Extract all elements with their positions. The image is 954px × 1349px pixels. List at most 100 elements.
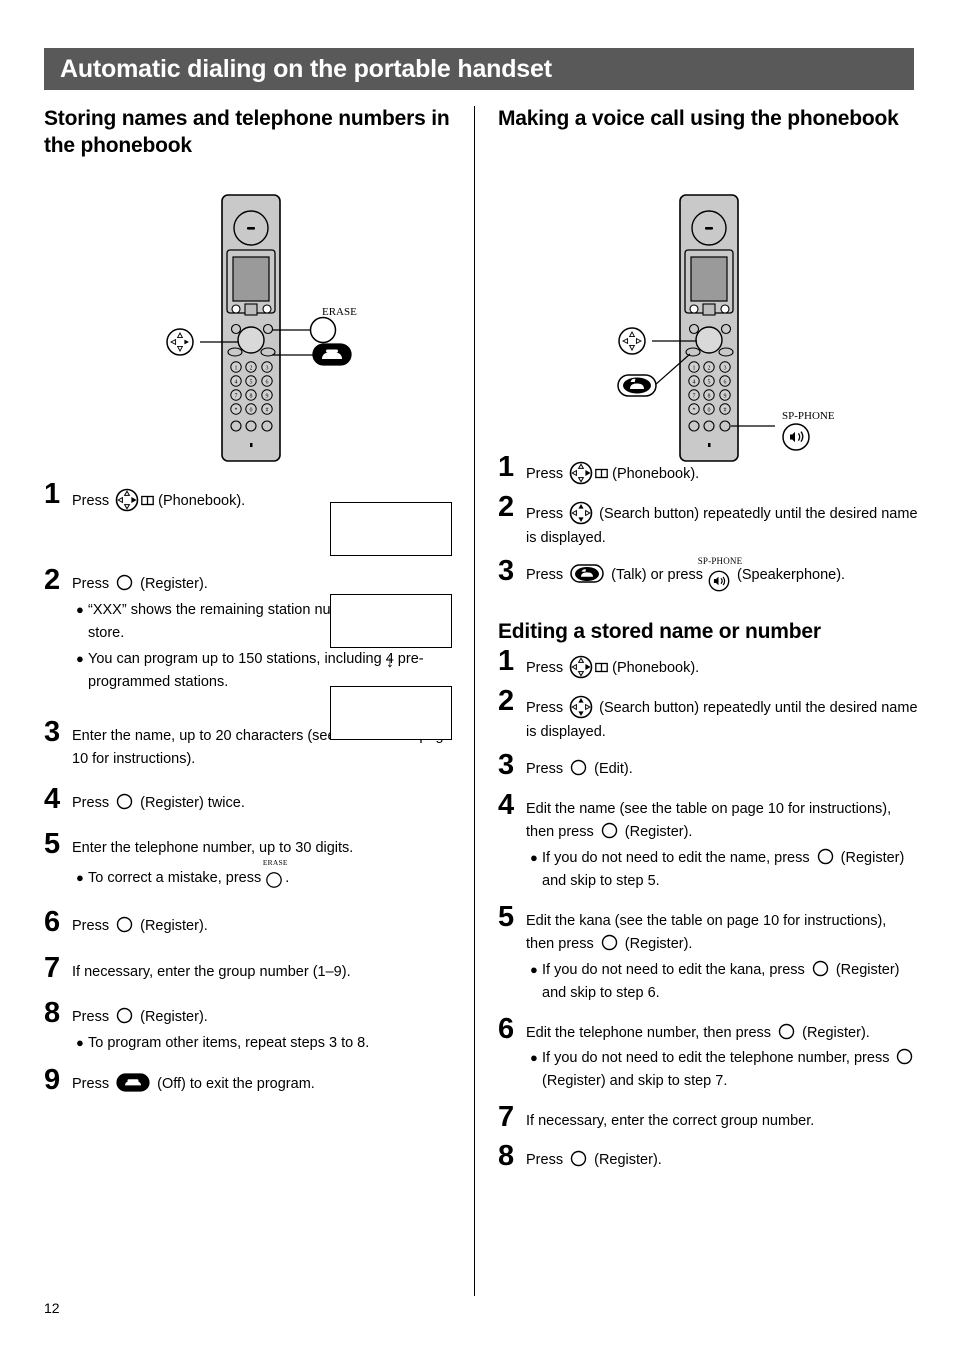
bullet-icon: ● (76, 650, 84, 666)
step-text-end: (Register). (620, 824, 693, 841)
step-text: Press (72, 918, 114, 935)
svg-text:*: * (235, 407, 238, 413)
page-header-bar: Automatic dialing on the portable handse… (44, 48, 914, 90)
speakerphone-button-icon: SP-PHONE (698, 556, 742, 594)
svg-text:1: 1 (235, 365, 238, 371)
step-number: 8 (498, 1140, 515, 1173)
step-4-editing: 4 Edit the name (see the table on page 1… (498, 790, 918, 894)
bullet-icon: ● (76, 1034, 84, 1050)
step-number: 8 (44, 997, 61, 1030)
bullet-icon: ● (530, 849, 538, 865)
bullet-icon: ● (76, 601, 84, 617)
phonebook-icon (595, 465, 608, 479)
step-5-editing: 5 Edit the kana (see the table on page 1… (498, 902, 918, 1006)
step-text: Press (526, 465, 568, 482)
register-button-icon (896, 1048, 913, 1065)
svg-text:1: 1 (693, 365, 696, 371)
register-button-icon (116, 1007, 133, 1024)
svg-text:2: 2 (708, 365, 711, 371)
step-number: 4 (44, 782, 61, 815)
step-number: 1 (498, 450, 515, 483)
step-text-end: (Register) twice. (136, 794, 245, 811)
svg-text:9: 9 (266, 393, 269, 399)
step-number: 4 (498, 788, 515, 821)
lcd-display-1 (330, 502, 452, 556)
svg-text:2: 2 (250, 365, 253, 371)
handset-illustration-voice-call: 1 2 3 4 5 6 7 8 9 * 0 # SP-PHONE (600, 185, 930, 465)
svg-text:*: * (693, 407, 696, 413)
register-button-icon (601, 934, 618, 951)
step-note: ● To correct a mistake, press ERASE. (72, 858, 460, 893)
bullet-icon: ● (530, 961, 538, 977)
search-button-icon (568, 500, 594, 526)
note-text-end: (Register) and skip to step 7. (542, 1073, 728, 1090)
step-number: 1 (44, 477, 61, 510)
step-text: Press (526, 1152, 568, 1169)
register-button-icon (116, 574, 133, 591)
svg-text:#: # (724, 407, 727, 413)
svg-text:4: 4 (693, 379, 696, 385)
step-2-voice: 2 Press (Search button) repeatedly until… (498, 493, 918, 550)
step-text-end: (Register). (798, 1024, 870, 1041)
step-6-editing: 6 Edit the telephone number, then press … (498, 1014, 918, 1094)
step-number: 5 (498, 900, 515, 933)
step-text: Press (526, 506, 568, 523)
step-3-voice: 3 Press (Talk) or press SP-PHONE (Speake… (498, 556, 918, 594)
svg-text:3: 3 (266, 365, 269, 371)
section-title-editing: Editing a stored name or number (498, 619, 821, 643)
step-text-end: (Phonebook). (608, 465, 700, 482)
svg-text:4: 4 (235, 379, 238, 385)
note-text-end: . (285, 869, 290, 886)
step-text: If necessary, enter the correct group nu… (526, 1112, 815, 1129)
edit-button-icon (570, 759, 587, 776)
step-text: Press (526, 700, 568, 717)
step-number: 3 (498, 555, 515, 588)
register-button-icon (812, 960, 829, 977)
step-number: 6 (44, 906, 61, 939)
step-2-editing: 2 Press (Search button) repeatedly until… (498, 687, 918, 744)
svg-text:SP-PHONE: SP-PHONE (782, 410, 835, 422)
step-text: Press (72, 1076, 114, 1093)
step-number: 1 (498, 644, 515, 677)
register-button-icon (116, 916, 133, 933)
svg-text:6: 6 (266, 379, 269, 385)
step-text: Press (526, 659, 568, 676)
page-title: Automatic dialing on the portable handse… (60, 54, 552, 83)
step-8-editing: 8 Press (Register). (498, 1142, 918, 1172)
step-text-end: (Phonebook). (608, 659, 700, 676)
step-note: ● If you do not need to edit the kana, p… (526, 959, 918, 1006)
step-text-mid: (Talk) or press (607, 567, 708, 584)
svg-text:8: 8 (708, 393, 711, 399)
navigator-phonebook-icon (114, 487, 140, 513)
step-note: ● If you do not need to edit the name, p… (526, 847, 918, 894)
note-text: To correct a mistake, press (88, 869, 266, 886)
note-text: If you do not need to edit the telephone… (542, 1049, 894, 1066)
register-button-icon (778, 1023, 795, 1040)
step-8-storing: 8 Press (Register). ● To program other i… (44, 999, 460, 1055)
step-number: 5 (44, 828, 61, 861)
lcd-display-3 (330, 686, 452, 740)
step-text-end: (Register). (136, 918, 208, 935)
step-number: 9 (44, 1064, 61, 1097)
svg-text:5: 5 (250, 379, 253, 385)
svg-text:3: 3 (724, 365, 727, 371)
svg-text:8: 8 (250, 393, 253, 399)
svg-text:7: 7 (235, 393, 238, 399)
step-text: Press (72, 1009, 114, 1026)
step-text: Edit the name (see the table on page 10 … (526, 800, 892, 841)
svg-text:0: 0 (250, 407, 253, 413)
display-flow-arrow: ↓ (386, 654, 394, 671)
svg-text:6: 6 (724, 379, 727, 385)
step-text: Edit the kana (see the table on page 10 … (526, 912, 887, 953)
handset-illustration-storing: 1 2 3 4 5 6 7 8 9 * 0 # ERASE (150, 185, 480, 465)
note-text: If you do not need to edit the name, pre… (542, 849, 814, 866)
step-3-editing: 3 Press (Edit). (498, 751, 918, 781)
step-note: ● To program other items, repeat steps 3… (72, 1032, 460, 1055)
note-text: If you do not need to edit the kana, pre… (542, 961, 809, 978)
step-number: 2 (498, 491, 515, 524)
svg-text:5: 5 (708, 379, 711, 385)
register-button-icon (601, 822, 618, 839)
register-button-icon (570, 1150, 587, 1167)
step-6-storing: 6 Press (Register). (44, 908, 460, 938)
note-text: To program other items, repeat steps 3 t… (88, 1034, 370, 1051)
